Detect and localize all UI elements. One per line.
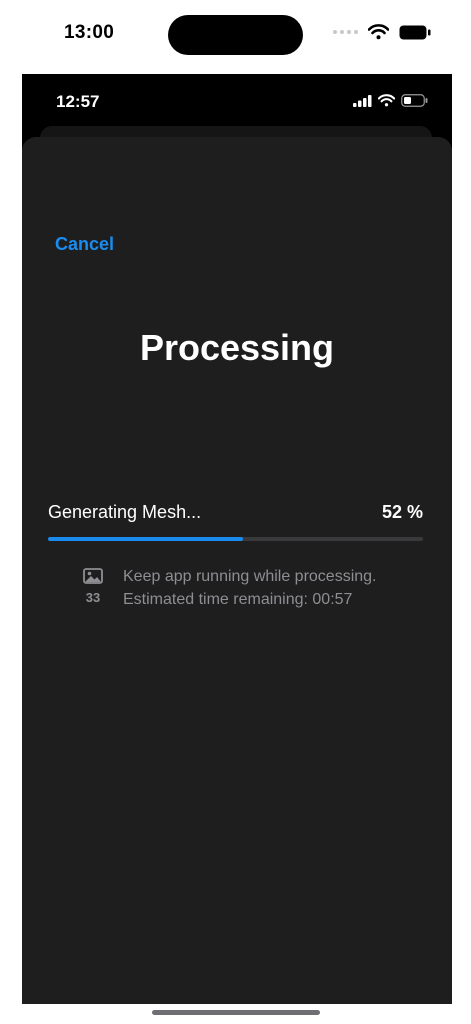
- info-line-keep-running: Keep app running while processing.: [123, 568, 377, 585]
- battery-low-icon: [401, 94, 428, 107]
- page-title: Processing: [139, 327, 335, 368]
- dynamic-island: [168, 15, 303, 55]
- inner-status-icons: [353, 94, 428, 107]
- wifi-icon: [368, 24, 389, 40]
- cancel-button[interactable]: Cancel: [55, 234, 114, 255]
- battery-icon: [399, 25, 431, 39]
- outer-status-icons: [333, 24, 431, 40]
- inner-status-time: 12:57: [56, 92, 100, 111]
- progress-percent: 52 %: [381, 502, 423, 522]
- progress-bar-fill: [48, 537, 243, 541]
- progress-bar: [48, 537, 423, 541]
- info-line-time-remaining: Estimated time remaining: 00:57: [123, 591, 353, 608]
- wifi-icon: [378, 94, 395, 107]
- processing-info: Keep app running while processing. Estim…: [123, 565, 377, 611]
- app-screen: 12:57 Cancel Processing Generating Mesh.…: [22, 74, 452, 1004]
- outer-status-bar: 13:00: [0, 0, 471, 72]
- inner-status-bar: 12:57: [22, 74, 452, 130]
- cellular-signal-icon: [353, 94, 372, 107]
- home-indicator[interactable]: [152, 1010, 320, 1015]
- stage-label: Generating Mesh...: [48, 502, 202, 522]
- outer-status-time: 13:00: [64, 22, 115, 43]
- photo-icon: [83, 568, 103, 584]
- image-count-badge: 33: [82, 568, 104, 605]
- signal-dots-icon: [333, 30, 358, 34]
- image-count: 33: [85, 590, 101, 605]
